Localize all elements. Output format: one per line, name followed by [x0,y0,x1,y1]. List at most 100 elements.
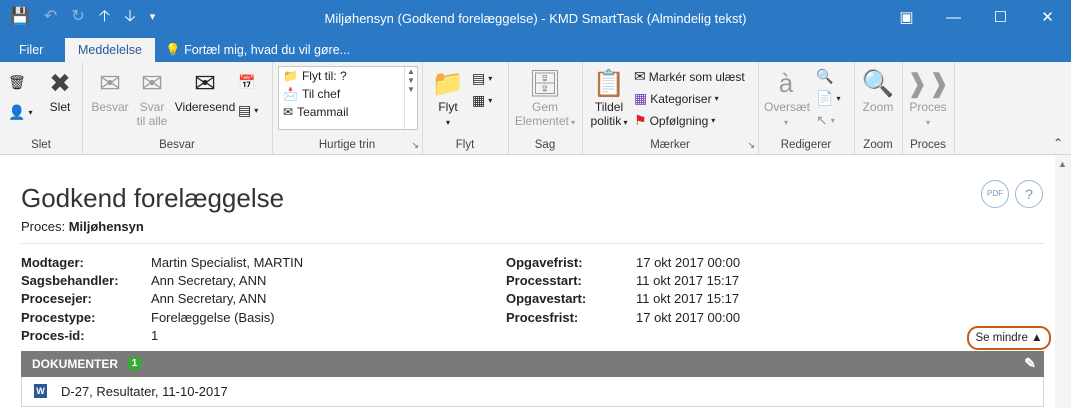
cabinet-icon: 🗄 [528,68,562,98]
detail-value: 11 okt 2017 15:17 [636,291,740,306]
detail-value: 1 [151,328,159,343]
related-icon: 📄 [816,90,834,106]
quick-step-teammail[interactable]: ✉ Teammail [279,103,417,121]
help-icon[interactable]: ? [1015,180,1043,208]
detail-value: 11 okt 2017 15:17 [636,273,740,288]
folder-icon: 📁 [283,69,298,83]
related-button[interactable]: 📄 ▾ [816,90,840,107]
magnifier-icon: 🔍 [861,68,895,98]
quick-step-label: Flyt til: ? [301,69,347,83]
select-button[interactable]: ↖ ▾ [816,112,835,129]
rules-icon: ▤ [472,70,486,86]
find-button[interactable]: 🔍 [816,68,833,85]
ignore-icon: 🗑 [8,74,26,90]
policy-label-1: Tildel [594,100,624,114]
category-icon: ▦ [634,90,648,106]
policy-label-2: politik [590,114,622,128]
categorize-button[interactable]: ▦ Kategoriser ▾ [634,90,719,107]
reply-all-button[interactable]: ✉ Svar til alle [132,66,172,128]
reply-label: Besvar [91,100,129,114]
pdf-icon[interactable]: PDF [981,180,1009,208]
group-proces: ❱❱ Proces ▾ Proces [902,62,955,154]
mark-unread-button[interactable]: ✉ Markér som ulæst [634,68,745,85]
delete-x-icon: ✖ [49,68,71,98]
word-icon: W [34,384,47,398]
reply-all-label-2: til alle [136,114,168,128]
reply-button[interactable]: ✉ Besvar [90,66,130,114]
meeting-button[interactable]: 📅 [238,74,255,91]
group-label-slet: Slet [31,139,51,151]
detail-label: Procestype: [21,310,96,325]
cursor-icon: ↖ [816,112,828,128]
quick-step-manager[interactable]: 📩 Til chef [279,85,417,103]
tab-filer[interactable]: Filer [19,38,43,62]
documents-header: DOKUMENTER 1 ✎ [21,351,1044,377]
group-redigerer: à Oversæt ▾ 🔍 📄 ▾ ↖ ▾ Redigerer [758,62,855,154]
forward-icon: ✉ [194,68,216,98]
zoom-button[interactable]: 🔍 Zoom [858,66,898,114]
detail-value: Ann Secretary, ANN [151,291,267,306]
assign-policy-button[interactable]: 📋 Tildel politik ▾ [588,66,630,130]
see-less-button[interactable]: Se mindre ▲ [967,326,1051,350]
quick-steps-gallery: 📁 Flyt til: ? 📩 Til chef ✉ Teammail ▲ ▼ ▼ [278,66,418,130]
quick-step-label: Teammail [297,105,349,119]
minimize-button[interactable]: — [930,0,977,34]
junk-button[interactable]: 👤 ▾ [8,104,32,121]
actions-button[interactable]: ▦ ▾ [472,92,492,109]
ribbon-display-options-icon[interactable]: ▣ [883,0,930,34]
detail-label: Procesfrist: [506,310,579,325]
mark-unread-label: Markér som ulæst [648,69,745,84]
detail-label: Sagsbehandler: [21,273,119,288]
ignore-button[interactable]: 🗑 [8,74,26,91]
group-flyt: 📁 Flyt ▾ ▤ ▾ ▦ ▾ Flyt [422,62,509,154]
detail-label: Processtart: [506,273,582,288]
categorize-label: Kategoriser [650,91,712,106]
meeting-icon: 📅 [238,74,256,90]
more-respond-button[interactable]: ▤ ▾ [238,102,258,119]
delete-button[interactable]: ✖ Slet [44,66,76,114]
vertical-scrollbar[interactable]: ▲ [1055,155,1071,408]
collapse-ribbon-icon[interactable]: ⌃ [1053,136,1063,150]
quick-step-label: Til chef [301,87,341,101]
group-label-redigerer: Redigerer [780,139,832,151]
tell-me-text: Fortæl mig, hvad du vil gøre... [184,43,351,57]
group-slet: 🗑 👤 ▾ ✖ Slet Slet [0,62,83,154]
chevrons-icon: ❱❱ [906,68,950,98]
maximize-button[interactable]: ☐ [977,0,1024,34]
pencil-icon[interactable]: ✎ [1024,355,1036,372]
group-label-flyt: Flyt [455,139,475,151]
forward-button[interactable]: ✉ Videresend [174,66,236,114]
move-label: Flyt [438,100,458,114]
policy-icon: 📋 [592,68,626,98]
document-name[interactable]: D-27, Resultater, 11-10-2017 [61,384,228,399]
documents-title: DOKUMENTER [32,357,118,371]
reply-all-label-1: Svar [139,100,165,114]
documents-count-badge: 1 [127,356,142,371]
group-maerker: 📋 Tildel politik ▾ ✉ Markér som ulæst ▦ Ka… [582,62,759,154]
group-label-hurtige: Hurtige trin [318,139,376,151]
detail-label: Proces-id: [21,328,85,343]
process-label-text: Proces: [21,219,66,234]
detail-value: Ann Secretary, ANN [151,273,267,288]
detail-label: Procesejer: [21,291,92,306]
close-button[interactable]: ✕ [1024,0,1071,34]
mail-icon: ✉ [283,105,294,119]
quick-steps-scrollbar[interactable]: ▲ ▼ ▼ [404,67,417,129]
translate-button[interactable]: à Oversæt ▾ [764,66,810,130]
tab-meddelelse[interactable]: Meddelelse [65,38,155,62]
document-row[interactable]: W D-27, Resultater, 11-10-2017 [21,377,1044,407]
reply-icon: ✉ [99,68,121,98]
process-button[interactable]: ❱❱ Proces ▾ [906,66,950,130]
rules-button[interactable]: ▤ ▾ [472,70,492,87]
followup-button[interactable]: ⚑ Opfølgning ▾ [634,112,715,129]
save-item-button[interactable]: 🗄 Gem Elementet ▾ [512,66,578,130]
tell-me-search[interactable]: 💡 Fortæl mig, hvad du vil gøre... [165,38,350,62]
move-button[interactable]: 📁 Flyt ▾ [430,66,466,130]
actions-icon: ▦ [472,92,486,108]
ribbon-tab-bar: Filer Meddelelse 💡 Fortæl mig, hvad du v… [0,38,1071,62]
process-line: Proces: Miljøhensyn [21,219,144,234]
detail-value: 17 okt 2017 00:00 [636,310,741,325]
quick-step-move[interactable]: 📁 Flyt til: ? [279,67,417,85]
divider [21,243,1044,244]
page-title: Godkend forelæggelse [21,183,285,213]
